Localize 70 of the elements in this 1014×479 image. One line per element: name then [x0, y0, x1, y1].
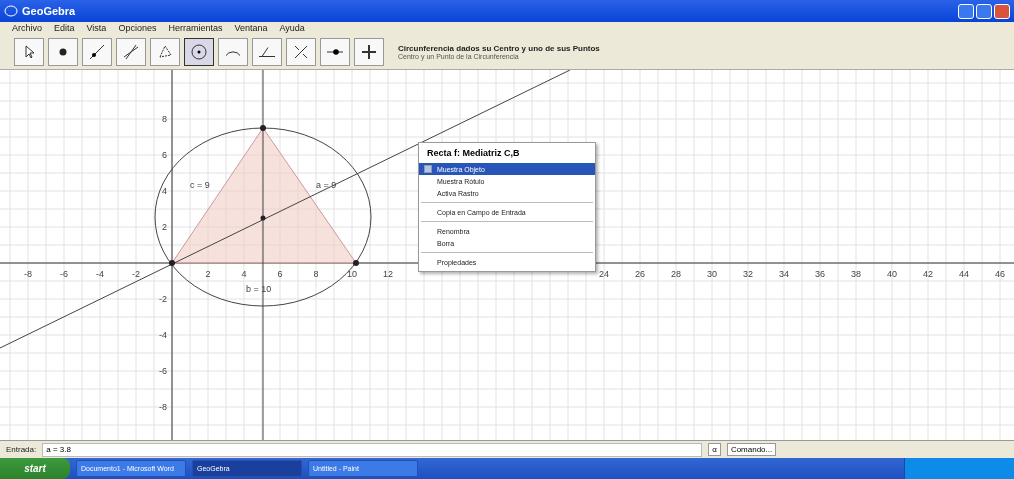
axis-label: 4 — [162, 186, 167, 196]
menu-item[interactable]: Opciones — [118, 23, 157, 33]
axis-label: 6 — [162, 150, 167, 160]
axis-label: 30 — [707, 269, 717, 279]
axis-label: 6 — [277, 269, 283, 279]
tool-button[interactable] — [82, 37, 112, 66]
menu-item[interactable]: Ayuda — [279, 23, 305, 33]
tool-button[interactable] — [354, 37, 384, 66]
axis-label: -8 — [159, 402, 167, 412]
minimize-button[interactable] — [958, 3, 974, 19]
point — [353, 260, 359, 266]
line-icon — [122, 42, 140, 61]
tool-button[interactable] — [48, 37, 78, 66]
point — [260, 125, 266, 131]
axis-label: 2 — [162, 222, 167, 232]
axis-label: 32 — [743, 269, 753, 279]
tool-button[interactable] — [286, 37, 316, 66]
point — [260, 215, 266, 221]
axis-label: 8 — [313, 269, 319, 279]
axis-label: 40 — [887, 269, 897, 279]
axis-label: 44 — [959, 269, 969, 279]
axis-label: 36 — [815, 269, 825, 279]
axis-label: 24 — [599, 269, 609, 279]
point-icon — [59, 47, 67, 56]
tool-button[interactable] — [184, 37, 214, 66]
segment-label: a = 9 — [316, 180, 337, 190]
axis-label: 28 — [671, 269, 681, 279]
axis-label: 38 — [851, 269, 861, 279]
command-dropdown[interactable]: Comando... — [726, 443, 777, 456]
axis-label: -6 — [159, 366, 167, 376]
axis-label: 26 — [635, 269, 645, 279]
axis-label: -8 — [24, 269, 32, 279]
angle-icon — [259, 46, 275, 57]
input-field[interactable]: a = 3.8 — [42, 442, 703, 457]
window-title: GeoGebra — [22, 5, 76, 17]
segment-label: c = 9 — [190, 180, 210, 190]
tool-name: Circunferencia dados su Centro y uno de sus Puntos — [398, 43, 600, 53]
axis-label: 34 — [779, 269, 789, 279]
menu-title: Recta f: Mediatriz C,B — [419, 143, 595, 163]
start-button[interactable]: start — [0, 458, 70, 479]
move-icon — [360, 42, 378, 61]
axis-label: 10 — [347, 269, 357, 279]
segment-label: b = 10 — [246, 284, 272, 294]
menu-item[interactable]: Herramientas — [168, 23, 223, 33]
axis-label: -4 — [159, 330, 167, 340]
slider-icon — [327, 48, 343, 55]
tool-button[interactable] — [320, 37, 350, 66]
point — [169, 260, 175, 266]
app-icon — [4, 4, 18, 18]
axis-label: -6 — [60, 269, 68, 279]
tool-button[interactable] — [252, 37, 282, 66]
close-button[interactable] — [994, 3, 1010, 19]
menu-item[interactable]: Archivo — [12, 23, 42, 33]
line-icon — [88, 42, 106, 61]
menu-item[interactable]: Edita — [54, 23, 75, 33]
axis-label: 2 — [205, 269, 211, 279]
axis-label: -4 — [96, 269, 104, 279]
maximize-button[interactable] — [976, 3, 992, 19]
menu-item[interactable]: Vista — [86, 23, 107, 33]
axis-label: 4 — [241, 269, 247, 279]
circle-icon — [190, 42, 208, 61]
symbol-dropdown[interactable]: α — [708, 443, 721, 456]
axis-label: 12 — [383, 269, 393, 279]
input-label: Entrada: — [6, 445, 37, 454]
axis-label: 42 — [923, 269, 933, 279]
axis-label: -2 — [132, 269, 140, 279]
menu-item[interactable]: Ventana — [234, 23, 268, 33]
axis-label: 8 — [162, 114, 167, 124]
axis-label: -2 — [159, 294, 167, 304]
axis-label: 46 — [995, 269, 1005, 279]
